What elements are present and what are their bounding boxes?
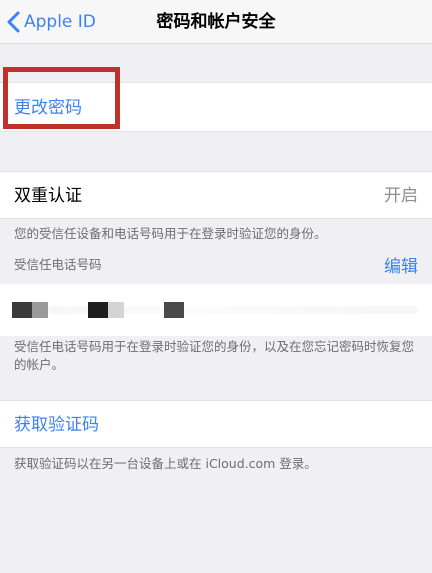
- verification-description: 获取验证码以在另一台设备上或在 iCloud.com 登录。: [14, 456, 317, 471]
- highlight-box: [3, 67, 120, 129]
- screen: Apple ID 密码和帐户安全 更改密码 双重认证 开启 您的受信任设备和电话…: [0, 0, 432, 573]
- two-factor-status: 开启: [384, 186, 418, 206]
- chevron-left-icon: [7, 11, 20, 33]
- verification-code-row[interactable]: 获取验证码: [0, 400, 432, 448]
- trusted-phone-row: [0, 284, 432, 336]
- redaction-block: [88, 302, 108, 318]
- get-verification-code-link[interactable]: 获取验证码: [14, 401, 99, 449]
- trusted-phones-description: 受信任电话号码用于在登录时验证您的身份，以及在您忘记密码时恢复您的帐户。: [14, 339, 415, 372]
- redaction-block: [164, 302, 184, 318]
- redaction-block: [32, 302, 48, 318]
- trusted-phones-header: 受信任电话号码: [14, 257, 102, 272]
- edit-button[interactable]: 编辑: [384, 252, 418, 277]
- two-factor-row: 双重认证 开启: [0, 171, 432, 219]
- two-factor-description: 您的受信任设备和电话号码用于在登录时验证您的身份。: [14, 226, 327, 241]
- two-factor-label: 双重认证: [14, 186, 82, 206]
- redaction-block: [12, 302, 32, 318]
- back-button-label: Apple ID: [24, 12, 96, 32]
- navigation-bar: Apple ID 密码和帐户安全: [0, 0, 432, 44]
- redaction-block: [108, 302, 124, 318]
- back-button[interactable]: Apple ID: [6, 8, 96, 36]
